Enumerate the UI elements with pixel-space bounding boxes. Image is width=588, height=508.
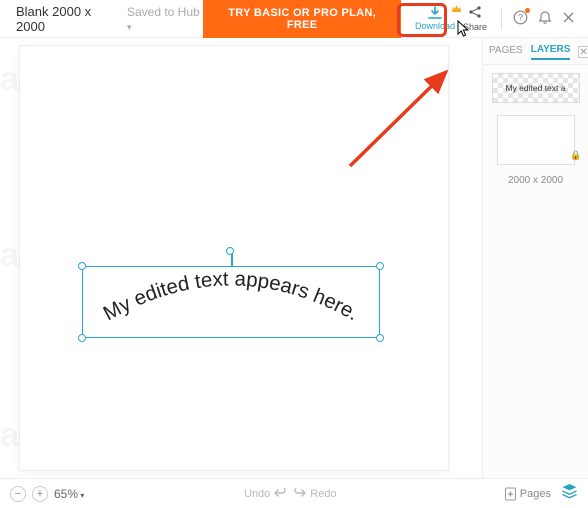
canvas-dimensions: 2000 x 2000	[483, 175, 588, 186]
premium-crown-icon	[452, 5, 461, 12]
svg-text:?: ?	[518, 12, 523, 22]
download-button[interactable]: Download	[415, 6, 455, 31]
redo-label: Redo	[310, 488, 336, 500]
bell-icon[interactable]	[538, 10, 552, 28]
zoom-in-button[interactable]: +	[32, 486, 48, 502]
layer-thumbnail[interactable]: My edited text a	[492, 73, 580, 103]
upgrade-cta-button[interactable]: TRY BASIC OR PRO PLAN, FREE	[203, 0, 401, 38]
panel-tabs: PAGES LAYERS ✕	[483, 38, 588, 65]
bottom-bar: − + 65% Undo Redo Pages	[0, 478, 588, 508]
tab-pages[interactable]: PAGES	[489, 45, 523, 59]
main-area: alphr alphr alphr alphr alphr alphr alph…	[0, 38, 588, 478]
undo-button[interactable]: Undo	[244, 488, 287, 500]
notification-dot-icon	[525, 8, 530, 13]
divider	[501, 8, 502, 30]
lock-icon: 🔒	[570, 150, 581, 161]
svg-text:My edited text appears here.: My edited text appears here.	[100, 268, 362, 325]
share-label: Share	[463, 22, 487, 32]
download-label: Download	[415, 21, 455, 31]
redo-icon	[293, 488, 307, 499]
document-title: Blank 2000 x 2000	[16, 4, 119, 34]
add-page-icon	[504, 487, 517, 501]
undo-icon	[273, 488, 287, 499]
panel-close-icon[interactable]: ✕	[578, 46, 588, 58]
rotate-handle[interactable]	[226, 247, 234, 255]
add-page-button[interactable]: Pages	[504, 487, 551, 501]
help-icon[interactable]: ?	[513, 10, 528, 28]
layer-preview-text: My edited text a	[505, 83, 565, 93]
layers-toggle-icon[interactable]	[561, 483, 578, 504]
share-button[interactable]: Share	[463, 5, 487, 32]
top-bar: Blank 2000 x 2000 Saved to Hub TRY BASIC…	[0, 0, 588, 38]
side-panel: PAGES LAYERS ✕ My edited text a 🔒 2000 x…	[482, 38, 588, 478]
close-icon[interactable]	[562, 11, 575, 27]
pages-label: Pages	[520, 488, 551, 500]
zoom-out-button[interactable]: −	[10, 486, 26, 502]
canvas-viewport[interactable]: alphr alphr alphr alphr alphr alphr alph…	[0, 38, 482, 478]
redo-button[interactable]: Redo	[293, 488, 336, 500]
curved-text[interactable]: My edited text appears here.	[83, 267, 379, 337]
undo-label: Undo	[244, 488, 270, 500]
share-icon	[468, 5, 483, 22]
download-icon	[427, 6, 443, 20]
saved-status-dropdown[interactable]: Saved to Hub	[127, 5, 203, 33]
tab-layers[interactable]: LAYERS	[531, 44, 571, 60]
canvas[interactable]: My edited text appears here.	[20, 46, 448, 470]
zoom-level-dropdown[interactable]: 65%	[54, 487, 84, 501]
selection-box[interactable]: My edited text appears here.	[82, 266, 380, 338]
page-thumbnail[interactable]: 🔒	[497, 115, 575, 165]
